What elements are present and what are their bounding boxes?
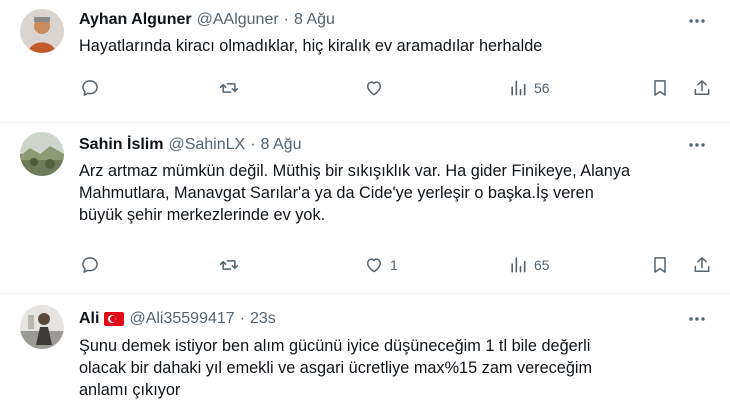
views-count: 65 (534, 257, 550, 273)
reply-icon (82, 80, 98, 96)
separator-dot: · (283, 11, 289, 28)
like-button[interactable] (364, 70, 384, 106)
tweet-actions: 56 (72, 70, 722, 106)
separator-dot: · (239, 310, 245, 327)
share-button[interactable] (692, 247, 712, 283)
views-icon (511, 257, 526, 273)
author-handle[interactable]: @Ali35599417 (129, 310, 234, 328)
likes-count: 1 (390, 257, 398, 273)
more-icon[interactable] (680, 135, 714, 155)
views-icon (511, 80, 526, 96)
tweet-text: Şunu demek istiyor ben alım gücünü iyice… (79, 337, 593, 399)
retweet-icon (219, 260, 239, 270)
retweet-button[interactable] (219, 247, 239, 283)
author-handle[interactable]: @AAlguner (197, 11, 279, 29)
like-button[interactable]: 1 (364, 247, 398, 283)
separator-dot: · (250, 136, 256, 153)
reply-button[interactable] (80, 247, 100, 283)
reply-button[interactable] (80, 70, 100, 106)
author-name[interactable]: Sahin İslim (79, 136, 163, 154)
tweet-text: Arz artmaz mümkün değil. Müthiş bir sıkı… (79, 162, 631, 224)
tweet[interactable]: Ali @Ali35599417 · 23s Şunu demek istiyo… (0, 294, 730, 420)
more-icon[interactable] (680, 309, 714, 329)
bookmark-button[interactable] (650, 70, 670, 106)
reply-icon (82, 257, 98, 273)
avatar[interactable] (20, 9, 64, 53)
timestamp[interactable]: 8 Ağu (294, 11, 335, 29)
views-count: 56 (534, 80, 550, 96)
timestamp[interactable]: 23s (250, 310, 276, 328)
turkey-flag-icon (104, 312, 125, 326)
bookmark-icon (654, 257, 666, 273)
share-button[interactable] (692, 70, 712, 106)
avatar[interactable] (20, 305, 64, 349)
timestamp[interactable]: 8 Ağu (261, 136, 302, 154)
tweet[interactable]: Ayhan Alguner @AAlguner · 8 Ağu Hayatlar… (0, 0, 730, 122)
retweet-icon (219, 83, 239, 93)
share-icon (694, 257, 710, 272)
views-button[interactable]: 65 (508, 247, 550, 283)
views-button[interactable]: 56 (508, 70, 550, 106)
tweet-text: Hayatlarında kiracı olmadıklar, hiç kira… (79, 37, 543, 55)
bookmark-icon (654, 80, 666, 96)
tweet-actions: 1 65 (72, 247, 722, 283)
retweet-button[interactable] (219, 70, 239, 106)
avatar[interactable] (20, 132, 64, 176)
more-icon[interactable] (680, 11, 714, 31)
bookmark-button[interactable] (650, 247, 670, 283)
like-icon (367, 258, 381, 273)
tweet[interactable]: Sahin İslim @SahinLX · 8 Ağu Arz artmaz … (0, 123, 730, 293)
like-icon (367, 81, 381, 96)
author-name[interactable]: Ayhan Alguner (79, 11, 192, 29)
share-icon (694, 80, 710, 95)
author-name[interactable]: Ali (79, 310, 99, 328)
author-handle[interactable]: @SahinLX (168, 136, 245, 154)
